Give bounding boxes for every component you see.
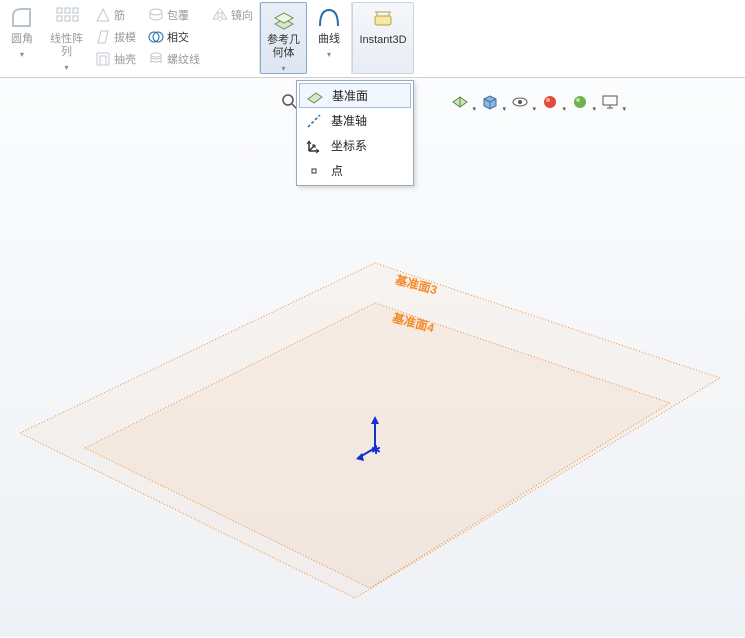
menu-item-csys-label: 坐标系 [331, 137, 367, 154]
ribbon-stack-3: 镜向 [206, 2, 259, 26]
shell-button[interactable]: 抽壳 [89, 48, 142, 70]
curves-label: 曲线 [318, 33, 340, 46]
ribbon-toolbar: 圆角 ▾ 线性阵 列 ▾ 筋 拔模 抽壳 [0, 0, 745, 78]
draft-button[interactable]: 拔模 [89, 26, 142, 48]
draft-icon [95, 29, 111, 45]
shell-label: 抽壳 [114, 51, 136, 67]
menu-item-axis-label: 基准轴 [331, 112, 367, 129]
mirror-label: 镜向 [231, 7, 253, 23]
wrap-label: 包覆 [167, 7, 189, 23]
sphere-green-icon [571, 93, 589, 111]
wrap-icon [148, 7, 164, 23]
fillet-label: 圆角 [11, 33, 33, 46]
view-settings-button[interactable]: ▾ [600, 92, 620, 112]
rib-label: 筋 [114, 7, 125, 23]
shell-icon [95, 51, 111, 67]
plane3-label: 基准面3 [394, 271, 440, 298]
dropdown-icon: ▾ [502, 105, 506, 113]
eye-icon [511, 93, 529, 111]
plane4-label: 基准面4 [391, 309, 437, 336]
ribbon-group-instant3d: Instant3D [352, 0, 414, 76]
datum-plane-4[interactable] [85, 303, 670, 588]
dropdown-icon: ▾ [64, 61, 68, 74]
linear-pattern-button[interactable]: 线性阵 列 ▾ [44, 2, 89, 74]
menu-item-axis[interactable]: 基准轴 [299, 108, 411, 133]
ribbon-group-features: 圆角 ▾ 线性阵 列 ▾ 筋 拔模 抽壳 [0, 0, 259, 76]
section-icon [451, 93, 469, 111]
menu-item-plane-label: 基准面 [332, 87, 368, 104]
thread-icon [148, 51, 164, 67]
reference-geometry-button[interactable]: 参考几 何体 ▾ [260, 2, 307, 74]
ribbon-stack-1: 筋 拔模 抽壳 [89, 2, 142, 70]
fillet-button[interactable]: 圆角 ▾ [0, 2, 44, 74]
hide-show-button[interactable]: ▾ [510, 92, 530, 112]
reference-geometry-label: 参考几 何体 [267, 34, 300, 60]
intersect-icon [148, 29, 164, 45]
dropdown-icon: ▾ [20, 48, 24, 61]
datum-plane-3[interactable] [20, 263, 720, 598]
display-style-button[interactable]: ▾ [480, 92, 500, 112]
linear-pattern-icon [55, 6, 79, 30]
appearance-button[interactable]: ▾ [540, 92, 560, 112]
instant3d-icon [371, 7, 395, 31]
menu-item-point[interactable]: 点 [299, 158, 411, 183]
curves-button[interactable]: 曲线 ▾ [307, 2, 351, 74]
fillet-icon [10, 6, 34, 30]
intersect-button[interactable]: 相交 [142, 26, 206, 48]
curves-icon [317, 6, 341, 30]
thread-label: 螺纹线 [167, 51, 200, 67]
thread-button[interactable]: 螺纹线 [142, 48, 206, 70]
dropdown-icon: ▾ [592, 105, 596, 113]
menu-item-point-label: 点 [331, 162, 343, 179]
intersect-label: 相交 [167, 29, 189, 45]
dropdown-icon: ▾ [622, 105, 626, 113]
monitor-icon [601, 93, 619, 111]
ribbon-stack-2: 包覆 相交 螺纹线 [142, 2, 206, 70]
ribbon-group-reference: 参考几 何体 ▾ 曲线 ▾ [260, 0, 351, 76]
svg-text:✱: ✱ [371, 443, 381, 457]
dropdown-icon: ▾ [472, 105, 476, 113]
origin-triad: ✱ [356, 416, 381, 461]
mirror-icon [212, 7, 228, 23]
plane-icon [306, 87, 324, 105]
point-icon [305, 162, 323, 180]
axis-icon [305, 112, 323, 130]
coordinate-system-icon [305, 137, 323, 155]
reference-geometry-icon [272, 7, 296, 31]
rib-button[interactable]: 筋 [89, 4, 142, 26]
wrap-button[interactable]: 包覆 [142, 4, 206, 26]
menu-item-csys[interactable]: 坐标系 [299, 133, 411, 158]
section-view-button[interactable]: ▾ [450, 92, 470, 112]
instant3d-button[interactable]: Instant3D [352, 2, 414, 74]
dropdown-icon: ▾ [327, 48, 331, 61]
dropdown-icon: ▾ [532, 105, 536, 113]
cube-icon [481, 93, 499, 111]
sphere-red-icon [541, 93, 559, 111]
draft-label: 拔模 [114, 29, 136, 45]
scene-button[interactable]: ▾ [570, 92, 590, 112]
linear-pattern-label: 线性阵 列 [50, 33, 83, 59]
dropdown-icon: ▾ [281, 62, 285, 75]
dropdown-icon: ▾ [562, 105, 566, 113]
menu-item-plane[interactable]: 基准面 [299, 83, 411, 108]
reference-geometry-menu: 基准面 基准轴 坐标系 点 [296, 80, 414, 186]
rib-icon [95, 7, 111, 23]
mirror-button[interactable]: 镜向 [206, 4, 259, 26]
instant3d-label: Instant3D [359, 34, 406, 47]
